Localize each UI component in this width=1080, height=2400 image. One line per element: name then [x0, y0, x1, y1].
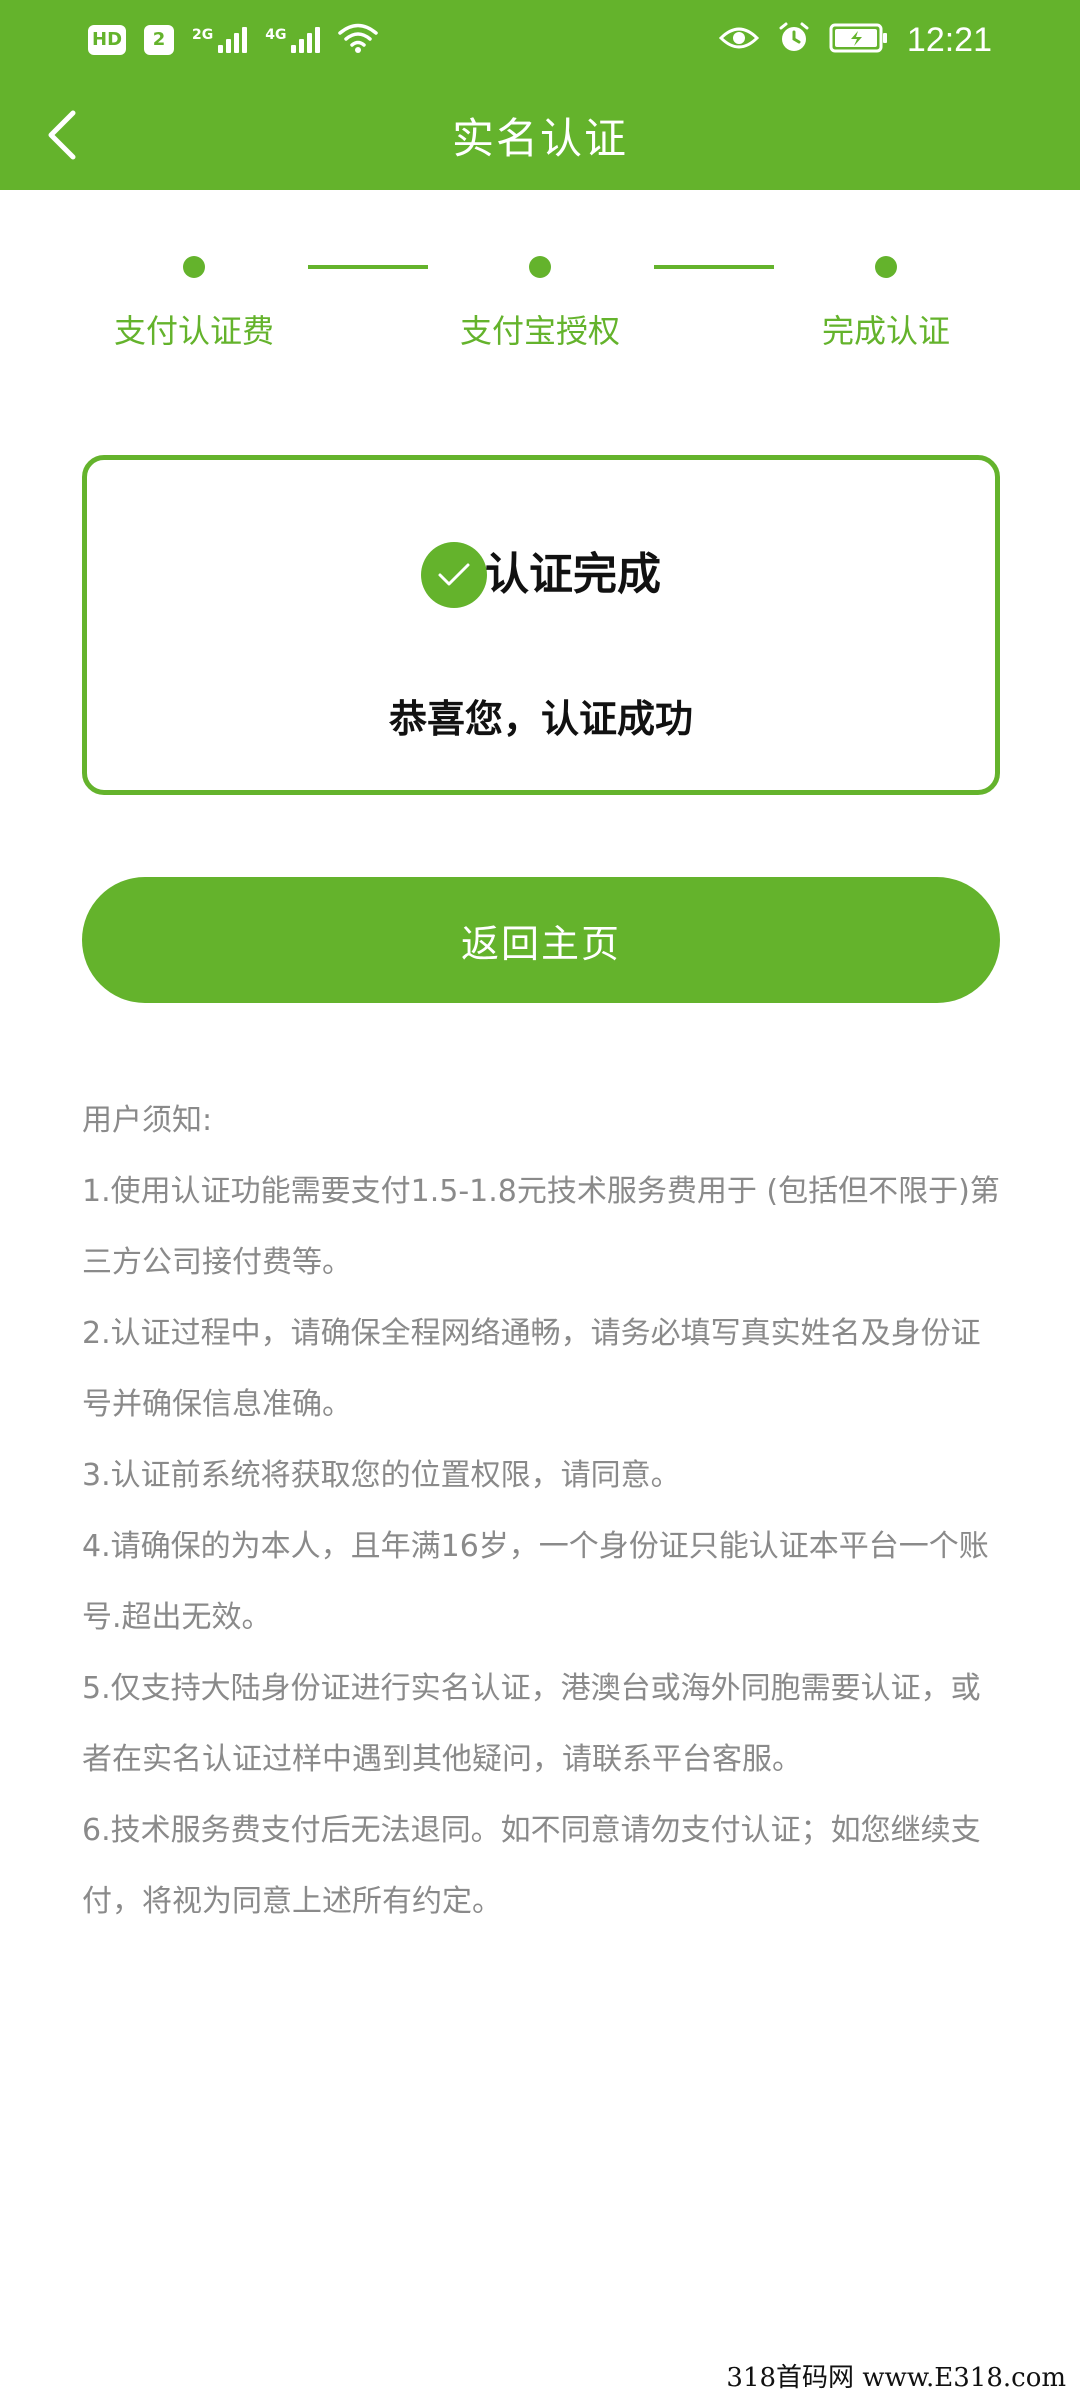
result-card: 认证完成 恭喜您，认证成功 — [82, 455, 1000, 795]
page-title: 实名认证 — [451, 113, 628, 163]
status-bar: HD 2 2G 4G 12:21 — [0, 0, 1080, 80]
back-button[interactable] — [28, 100, 98, 170]
step-line-1 — [308, 265, 428, 269]
chevron-left-icon — [48, 110, 76, 160]
signal-2g-icon: 2G — [192, 27, 248, 53]
step-progress: 支付认证费 支付宝授权 完成认证 — [0, 190, 1080, 390]
signal-2g-label: 2G — [192, 27, 214, 43]
status-right: 12:21 — [718, 20, 992, 60]
user-notice: 用户须知: 1.使用认证功能需要支付1.5-1.8元技术服务费用于 (包括但不限… — [82, 1085, 1000, 1937]
return-home-button[interactable]: 返回主页 — [82, 877, 1000, 1003]
notice-item-2: 2.认证过程中，请确保全程网络通畅，请务必填写真实姓名及身份证号并确保信息准确。 — [82, 1316, 981, 1422]
hd-badge: HD — [88, 25, 127, 55]
signal-4g-label: 4G — [265, 27, 287, 43]
battery-charging-icon — [829, 22, 889, 58]
result-subtitle: 恭喜您，认证成功 — [388, 697, 693, 741]
step-line-2 — [654, 265, 774, 269]
sim-badge: 2 — [144, 25, 175, 55]
alarm-icon — [777, 21, 811, 59]
app-header: HD 2 2G 4G 12:21 实名认证 — [0, 0, 1080, 190]
signal-4g-icon: 4G — [265, 27, 321, 53]
notice-heading: 用户须知: — [82, 1103, 213, 1138]
status-time: 12:21 — [906, 20, 992, 59]
step-dot-1 — [183, 256, 205, 278]
notice-item-6: 6.技术服务费支付后无法退同。如不同意请勿支付认证；如您继续支付，将视为同意上述… — [82, 1813, 981, 1919]
step-label-alipay-auth: 支付宝授权 — [459, 312, 620, 350]
step-dot-3 — [875, 256, 897, 278]
notice-item-3: 3.认证前系统将获取您的位置权限，请同意。 — [82, 1458, 681, 1493]
step-dot-2 — [529, 256, 551, 278]
notice-item-1: 1.使用认证功能需要支付1.5-1.8元技术服务费用于 (包括但不限于)第三方公… — [82, 1174, 1000, 1280]
wifi-icon — [338, 22, 379, 58]
check-circle-icon — [421, 542, 487, 608]
watermark: 318首码网 www.E318.com — [726, 2363, 1066, 2393]
eye-icon — [718, 24, 760, 56]
step-label-pay-fee: 支付认证费 — [113, 312, 274, 350]
notice-item-5: 5.仅支持大陆身份证进行实名认证，港澳台或海外同胞需要认证，或者在实名认证过样中… — [82, 1671, 981, 1777]
notice-item-4: 4.请确保的为本人，且年满16岁，一个身份证只能认证本平台一个账号.超出无效。 — [82, 1529, 989, 1635]
status-left: HD 2 2G 4G — [88, 22, 379, 58]
result-title: 认证完成 — [485, 549, 661, 600]
step-label-complete: 完成认证 — [821, 312, 950, 350]
title-bar: 实名认证 — [0, 80, 1080, 190]
